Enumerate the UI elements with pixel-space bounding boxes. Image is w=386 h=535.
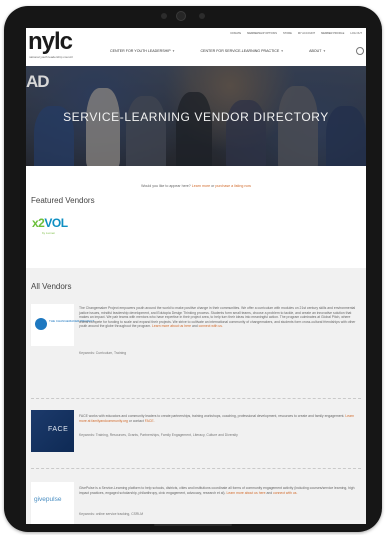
util-nav-membership[interactable]: Membership options [247,32,277,35]
all-vendors-section: All Vendors THE CHANGEMAKER PROJECT The … [26,268,366,524]
main-nav-about[interactable]: About ▾ [309,49,325,53]
site-logo[interactable]: nylc [28,30,73,54]
vendor-logo-givepulse[interactable]: givepulse [31,482,74,524]
util-nav-donate[interactable]: Donate [231,32,242,35]
appear-text: Would you like to appear here? [141,184,191,188]
vendor-logo-label: FACE [48,426,69,433]
vendor-item: givepulse GivePulse is a Service-Learnin… [26,482,366,524]
main-nav-service-learning[interactable]: Center for Service-Learning Practice ▾ [200,49,283,53]
vendor-keywords: Keywords: Curriculum, Training [79,351,127,355]
vendor-item: FACE FACE works with educators and commu… [26,410,366,470]
vendor-learn-more-link[interactable]: Learn more about us here [226,491,265,495]
vendor-description: GivePulse is a Service-Learning platform… [79,486,359,495]
chevron-down-icon: ▾ [323,49,326,53]
x2vol-logo-text: x2VOL [32,216,68,230]
home-indicator [154,524,232,526]
page-title: Service-Learning Vendor Directory [63,110,329,124]
vendor-divider [31,468,361,469]
vendor-connector: or contact [128,418,144,423]
chevron-down-icon: ▾ [281,49,284,53]
vendor-contact-link[interactable]: connect with us. [199,324,223,328]
main-nav-label: Center for Service-Learning Practice [200,49,280,53]
vendor-logo-face[interactable]: FACE [31,410,74,452]
vendor-keywords: Keywords: Training, Resources, Grants, P… [79,433,238,437]
all-vendors-heading: All Vendors [31,282,72,291]
main-nav-youth-leadership[interactable]: Center for Youth Leadership ▾ [110,49,174,53]
main-nav-label: About [309,49,322,53]
logo-subtitle: national youth leadership council [29,55,73,59]
util-nav-account[interactable]: My Account [298,32,315,35]
vendor-connector: and [191,324,198,329]
globe-icon [35,318,47,330]
util-nav-store[interactable]: Store [283,32,292,35]
vendor-contact-link[interactable]: FACE. [145,419,155,423]
camera-sensor-icon [161,13,167,19]
logo-by: by Lumen [42,231,56,235]
vendor-item: THE CHANGEMAKER PROJECT The Changemaker … [26,304,366,384]
camera-lens-icon [176,11,186,21]
vendor-description: FACE works with educators and community … [79,414,359,423]
hero-banner: AD Service-Learning Vendor Directory [26,66,366,166]
main-nav-label: Center for Youth Leadership [110,49,171,53]
hero-backdrop-text: AD [26,72,50,91]
camera-sensor-icon [199,13,205,19]
vendor-logo-changemaker[interactable]: THE CHANGEMAKER PROJECT [31,304,94,346]
site-header: nylc national youth leadership council D… [26,28,366,67]
featured-vendors-heading: Featured Vendors [31,196,95,205]
purchase-listing-link[interactable]: purchase a listing now [215,184,251,188]
search-icon[interactable] [356,47,364,55]
vendor-learn-more-link[interactable]: Learn more about us here [152,324,191,328]
utility-nav: Donate Membership options Store My Accou… [231,32,362,35]
logo-accent: VOL [44,216,68,230]
learn-more-link[interactable]: Learn more [192,184,210,188]
tablet-frame: nylc national youth leadership council D… [4,6,382,532]
changemaker-logo: THE CHANGEMAKER PROJECT [35,316,94,334]
appear-connector: or [211,184,215,188]
appear-here-prompt: Would you like to appear here? Learn mor… [26,184,366,188]
util-nav-profile[interactable]: Member Profile [321,32,344,35]
vendor-keywords: Keywords: online service tracking, CSRLM [79,512,144,516]
device-screen: nylc national youth leadership council D… [26,28,366,524]
vendor-description-text: FACE works with educators and community … [79,414,345,418]
util-nav-logout[interactable]: Log Out [350,32,362,35]
chevron-down-icon: ▾ [172,49,175,53]
vendor-connector: and [266,490,273,495]
tablet-camera-bar [4,6,382,28]
vendor-contact-link[interactable]: connect with us. [273,491,297,495]
vendor-description-text: GivePulse is a Service-Learning platform… [79,486,355,495]
featured-vendor-logo[interactable]: x2VOL by Lumen [32,214,80,238]
vendor-description: The Changemaker Project empowers youth a… [79,306,359,329]
vendor-divider [31,398,361,399]
main-nav: Center for Youth Leadership ▾ Center for … [110,49,325,53]
vendor-logo-label: givepulse [34,496,62,503]
logo-main: x2 [32,216,45,230]
